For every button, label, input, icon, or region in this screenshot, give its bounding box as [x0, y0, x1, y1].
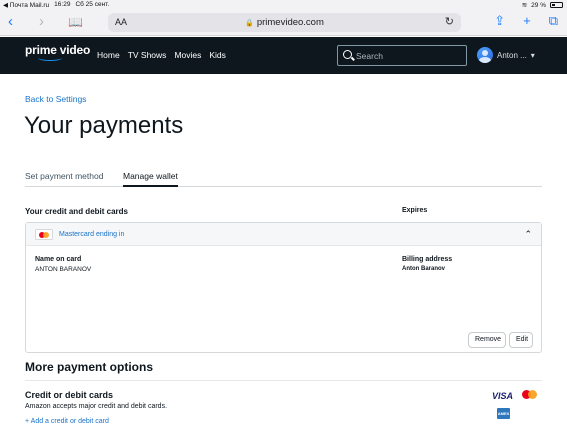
main-nav: Home TV Shows Movies Kids — [97, 50, 226, 60]
status-bar: ◀ Почта Mail.ru 16:29 Сб 25 сент. ≋ 29 % — [0, 0, 567, 10]
divider — [25, 380, 542, 381]
bookmarks-icon[interactable]: 📖 — [68, 13, 83, 31]
site-header: prime video Home TV Shows Movies Kids An… — [0, 37, 567, 74]
battery-icon — [550, 2, 563, 8]
visa-icon: VISA — [492, 391, 514, 401]
search-input[interactable] — [356, 48, 456, 63]
billing-address-value: Anton Baranov — [402, 266, 446, 272]
card-row[interactable]: Mastercard ending in ⌃ — [26, 223, 541, 246]
date: Сб 25 сент. — [75, 1, 110, 8]
forward-icon[interactable]: › — [39, 13, 44, 31]
name-on-card-label: Name on card — [35, 256, 82, 263]
amex-icon: AMEX — [497, 408, 510, 419]
back-icon[interactable]: ‹ — [8, 13, 13, 31]
billing-address-label: Billing address — [402, 256, 453, 263]
account-menu[interactable]: Anton ... ▾ — [477, 47, 535, 63]
mastercard-icon — [35, 229, 53, 240]
more-options-heading: More payment options — [25, 360, 154, 374]
search-icon[interactable] — [343, 50, 352, 59]
avatar[interactable] — [477, 47, 493, 63]
name-on-card-value: ANTON BARANOV — [35, 266, 92, 273]
tab-manage-wallet[interactable]: Manage wallet — [123, 171, 178, 187]
expires-heading: Expires — [402, 207, 428, 214]
remove-button[interactable]: Remove — [468, 332, 506, 348]
mastercard-icon — [520, 389, 540, 402]
payment-tabs: Set payment method Manage wallet — [25, 171, 542, 187]
credit-cards-description: Amazon accepts major credit and debit ca… — [25, 403, 168, 410]
wifi-icon: ≋ — [521, 2, 528, 9]
prime-video-logo[interactable]: prime video — [25, 43, 90, 61]
nav-tv-shows[interactable]: TV Shows — [128, 50, 167, 60]
page-title: Your payments — [24, 112, 184, 139]
carrier-label[interactable]: ◀ Почта Mail.ru — [3, 1, 49, 9]
tabs-icon[interactable]: ⧉ — [549, 13, 558, 29]
credit-cards-heading: Credit or debit cards — [25, 390, 114, 400]
nav-movies[interactable]: Movies — [174, 50, 201, 60]
search-box[interactable] — [337, 45, 467, 66]
address-bar[interactable]: AA 🔒 primevideo.com ↻ — [108, 13, 461, 32]
reload-icon[interactable]: ↻ — [445, 15, 454, 28]
back-to-settings-link[interactable]: Back to Settings — [25, 94, 86, 104]
account-name[interactable]: Anton ... — [497, 51, 527, 60]
lock-icon: 🔒 — [245, 20, 254, 27]
url-text[interactable]: primevideo.com — [257, 17, 324, 28]
cards-heading: Your credit and debit cards — [25, 207, 128, 216]
card-panel: Mastercard ending in ⌃ Name on card ANTO… — [25, 222, 542, 353]
browser-toolbar: ‹ › 📖 AA 🔒 primevideo.com ↻ ⇪ + ⧉ — [0, 10, 567, 36]
edit-button[interactable]: Edit — [509, 332, 533, 348]
add-card-link[interactable]: + Add a credit or debit card — [25, 418, 109, 425]
chevron-up-icon[interactable]: ⌃ — [524, 229, 532, 240]
nav-home[interactable]: Home — [97, 50, 120, 60]
new-tab-icon[interactable]: + — [523, 13, 531, 29]
tab-set-payment-method[interactable]: Set payment method — [25, 171, 103, 185]
battery-percent: 29 % — [531, 1, 546, 9]
share-icon[interactable]: ⇪ — [494, 13, 505, 29]
clock: 16:29 — [54, 1, 71, 8]
smile-icon — [38, 55, 62, 61]
nav-kids[interactable]: Kids — [209, 50, 226, 60]
card-label[interactable]: Mastercard ending in — [59, 231, 124, 238]
chevron-down-icon[interactable]: ▾ — [531, 51, 535, 60]
